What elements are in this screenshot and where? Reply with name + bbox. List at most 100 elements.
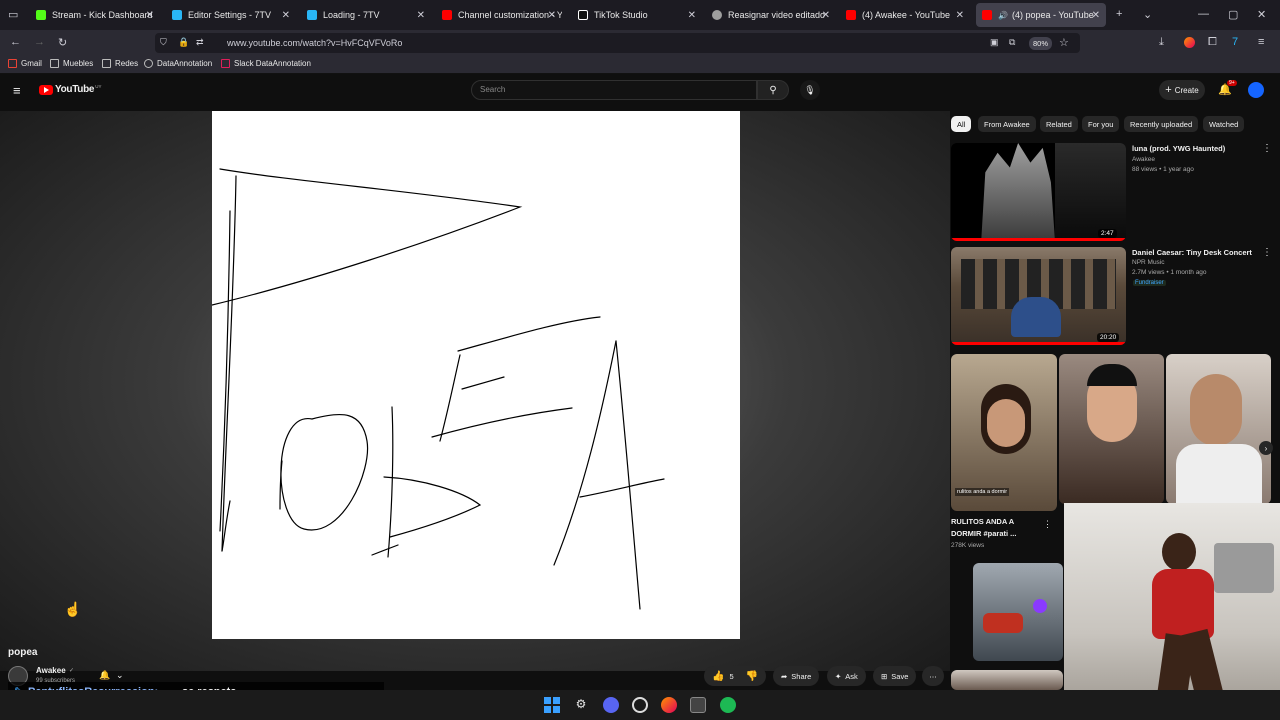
avatar[interactable] [1248, 82, 1264, 98]
menu-icon[interactable]: ≡ [1258, 36, 1264, 48]
tab-reasignar-video[interactable]: Reasignar video editado ✕ [706, 3, 836, 27]
speaker-icon[interactable]: 🔊 [998, 11, 1008, 20]
new-tab-icon[interactable]: + [1116, 8, 1122, 20]
tab-list-icon[interactable]: ▭ [8, 8, 18, 21]
url-text[interactable]: www.youtube.com/watch?v=HvFCqVFVoRo [227, 38, 402, 48]
close-tab-icon[interactable]: ✕ [417, 10, 425, 21]
close-tab-icon[interactable]: ✕ [146, 10, 154, 21]
folder-icon [102, 59, 111, 68]
tab-awakee-youtube[interactable]: (4) Awakee - YouTube ✕ [840, 3, 970, 27]
recommendation-title[interactable]: Daniel Caesar: Tiny Desk Concert [1132, 248, 1252, 257]
shield-icon[interactable]: ⛉ [160, 37, 167, 48]
recommendation-channel[interactable]: NPR Music [1132, 259, 1165, 266]
short-thumbnail[interactable] [1166, 354, 1271, 504]
tab-overflow-icon[interactable]: ⌄ [1143, 8, 1152, 21]
zoom-level[interactable]: 80% [1029, 37, 1053, 50]
discord-icon[interactable] [603, 697, 619, 713]
subscription-bell-icon[interactable]: 🔔 [99, 670, 110, 681]
hamburger-menu-icon[interactable]: ≡ [13, 83, 21, 98]
steam-icon[interactable]: ⚙ [573, 697, 589, 713]
close-tab-icon[interactable]: ✕ [282, 10, 290, 21]
like-icon[interactable]: 👍 [712, 671, 724, 682]
bookmark-folder-redes[interactable]: Redes [102, 59, 138, 68]
voice-search-button[interactable]: 🎙 [800, 80, 820, 100]
more-vertical-icon[interactable]: ⋮ [1043, 519, 1052, 530]
watch-progress-bar [951, 342, 1126, 345]
dislike-icon[interactable]: 👎 [746, 671, 758, 682]
search-button[interactable]: ⚲ [757, 80, 789, 100]
lock-icon[interactable]: 🔒 [178, 37, 189, 48]
search-input[interactable]: Search [471, 80, 757, 100]
dataannotation-icon [144, 59, 153, 68]
short-title-line2[interactable]: DORMIR #parati ... [951, 529, 1016, 538]
chip-for-you[interactable]: For you [1082, 116, 1120, 132]
bookmark-star-icon[interactable]: ☆ [1059, 36, 1069, 49]
reader-view-icon[interactable]: ▣ [990, 37, 999, 48]
bookmark-dataannotation[interactable]: DataAnnotation [144, 59, 212, 68]
short-thumbnail[interactable]: rulitos anda a dormir [951, 354, 1057, 511]
chip-all[interactable]: All [951, 116, 972, 132]
tab-7tv-loading[interactable]: Loading - 7TV ✕ [301, 3, 431, 27]
maximize-icon[interactable]: ▢ [1228, 8, 1238, 21]
reload-icon[interactable]: ↻ [58, 36, 67, 49]
bookmark-folder-muebles[interactable]: Muebles [50, 59, 93, 68]
forward-icon[interactable]: → [34, 36, 45, 48]
recommendation-thumbnail[interactable] [951, 670, 1063, 690]
bookmark-gmail[interactable]: Gmail [8, 59, 42, 68]
back-icon[interactable]: ← [10, 36, 21, 48]
recommendation-channel[interactable]: Awakee [1132, 156, 1155, 163]
recommendation-thumbnail[interactable] [951, 143, 1126, 241]
video-frame-drawing[interactable] [211, 111, 740, 639]
more-vertical-icon[interactable]: ⋮ [1262, 143, 1272, 154]
chip-recently-uploaded[interactable]: Recently uploaded [1124, 116, 1199, 132]
tab-kick-dashboard[interactable]: Stream - Kick Dashboard ✕ [30, 3, 160, 27]
close-tab-icon[interactable]: ✕ [956, 10, 964, 21]
duration-badge: 2:47 [1098, 229, 1117, 238]
minimize-icon[interactable]: — [1198, 8, 1209, 20]
save-button[interactable]: ⊞ Save [873, 666, 917, 686]
7tv-extension-icon[interactable]: 7 [1232, 36, 1238, 48]
short-title-line1[interactable]: RULITOS ANDA A [951, 517, 1014, 526]
create-button[interactable]: + Create [1159, 80, 1205, 100]
close-tab-icon[interactable]: ✕ [548, 10, 556, 21]
share-button[interactable]: ➦ Share [773, 666, 820, 686]
channel-name[interactable]: Awakee [36, 666, 66, 675]
close-window-icon[interactable]: ✕ [1257, 8, 1266, 21]
more-vertical-icon[interactable]: ⋮ [1262, 247, 1272, 258]
chevron-down-icon[interactable]: ⌄ [116, 670, 124, 681]
spotify-icon[interactable] [720, 697, 736, 713]
recommendation-thumbnail[interactable] [951, 247, 1126, 345]
close-tab-icon[interactable]: ✕ [688, 10, 696, 21]
pip-icon[interactable]: ⧉ [1009, 37, 1015, 48]
firefox-icon[interactable] [661, 697, 677, 713]
ask-button[interactable]: ✦ Ask [827, 666, 866, 686]
tab-tiktok-studio[interactable]: TikTok Studio ✕ [572, 3, 702, 27]
permissions-icon[interactable]: ⇄ [196, 37, 204, 48]
bookmark-slack-dataannotation[interactable]: Slack DataAnnotation [221, 59, 311, 68]
duration-badge: 20:20 [1097, 333, 1120, 342]
recommendation-thumbnail[interactable] [973, 563, 1063, 661]
chip-related[interactable]: Related [1040, 116, 1078, 132]
short-thumbnail[interactable] [1059, 354, 1164, 504]
windows-start-icon[interactable] [544, 697, 560, 713]
close-tab-icon[interactable]: ✕ [1092, 10, 1100, 21]
chip-watched[interactable]: Watched [1203, 116, 1245, 132]
webcam-overlay [1064, 503, 1280, 720]
tab-popea-youtube[interactable]: 🔊 (4) popea - YouTube ✕ [976, 3, 1106, 27]
youtube-favicon-icon [982, 10, 992, 20]
downloads-icon[interactable]: ⤓ [1159, 36, 1164, 49]
globe-favicon-icon [712, 10, 722, 20]
extensions-icon[interactable]: ⧠ [1208, 36, 1217, 49]
app-icon[interactable] [690, 697, 706, 713]
recommendation-title[interactable]: luna (prod. YWG Haunted) [1132, 144, 1225, 153]
chevron-right-icon[interactable]: › [1259, 441, 1273, 455]
tab-channel-customization[interactable]: Channel customization - Yo ✕ [436, 3, 562, 27]
chip-from-awakee[interactable]: From Awakee [978, 116, 1036, 132]
youtube-logo[interactable]: YouTube UY [39, 84, 101, 95]
tab-7tv-editor[interactable]: Editor Settings - 7TV ✕ [166, 3, 296, 27]
more-actions-button[interactable]: ⋯ [922, 666, 944, 686]
obs-icon[interactable] [632, 697, 648, 713]
7tv-favicon-icon [172, 10, 182, 20]
account-icon[interactable] [1184, 37, 1195, 48]
close-tab-icon[interactable]: ✕ [822, 10, 830, 21]
